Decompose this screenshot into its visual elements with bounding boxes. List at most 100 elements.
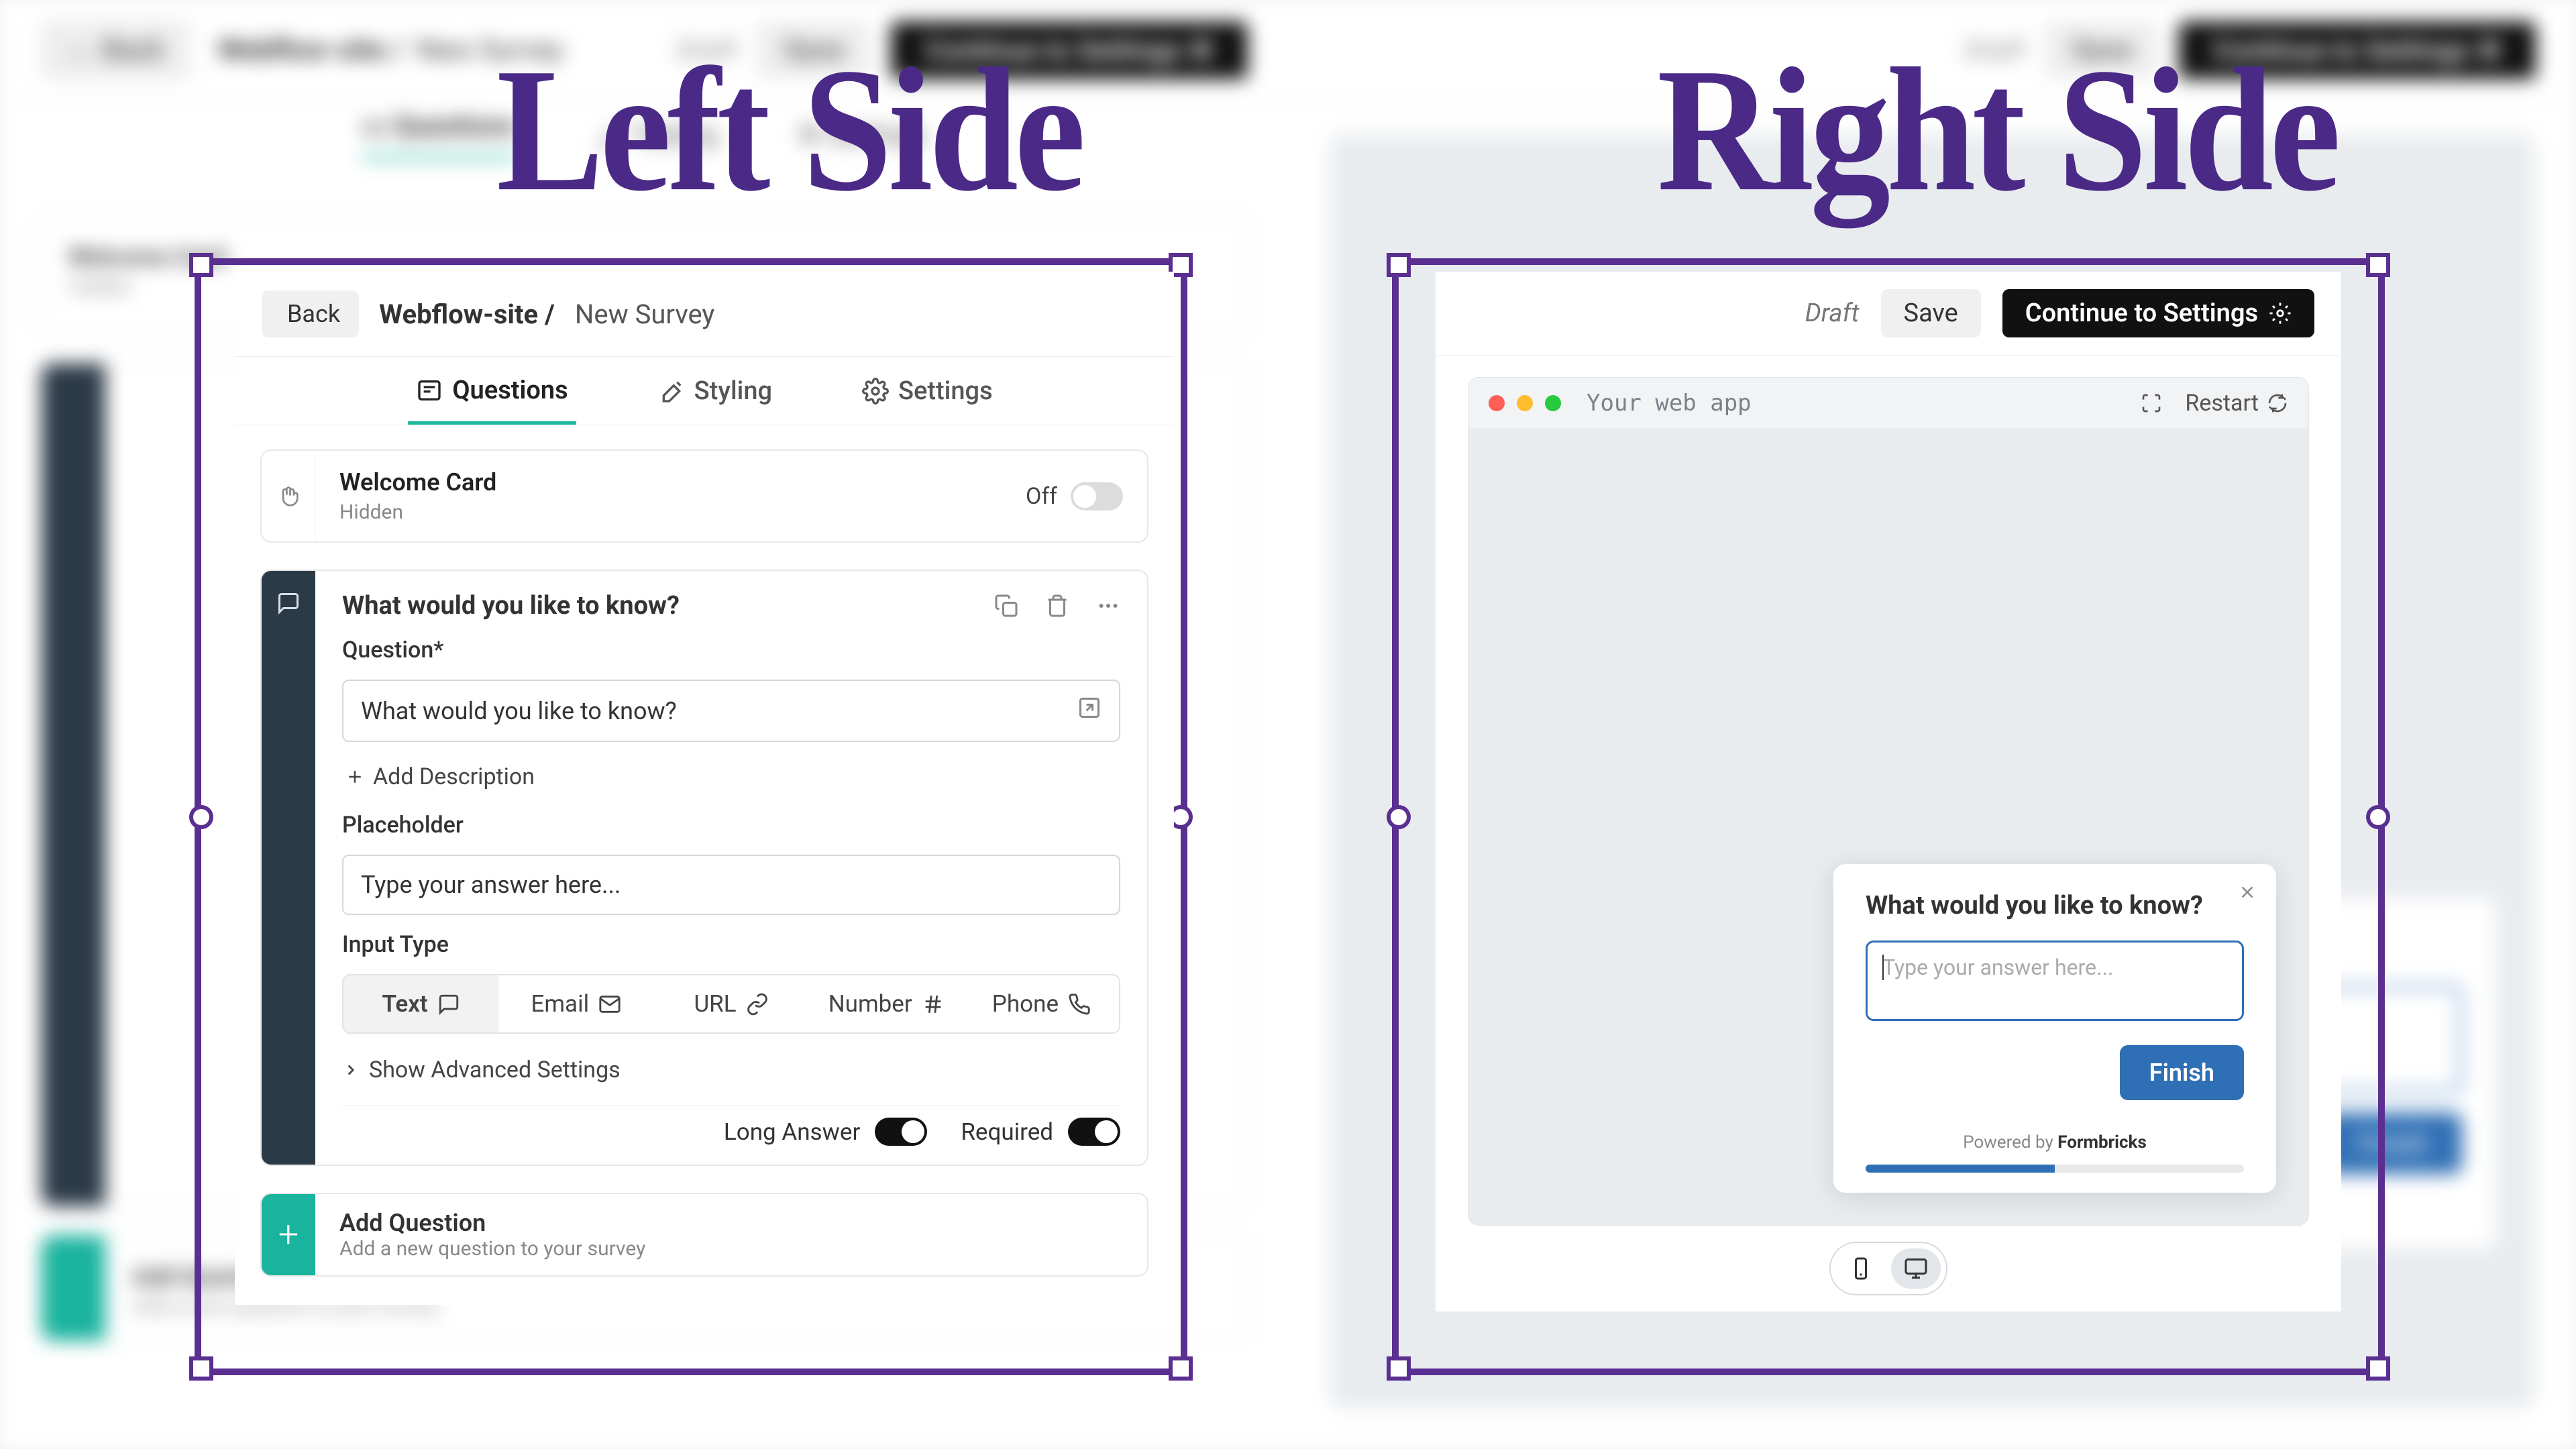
input-type-label: Input Type (342, 931, 1120, 958)
sync-icon (2267, 392, 2288, 414)
editor-body: Welcome Card Hidden Off What would you l… (235, 425, 1174, 1305)
add-description-button[interactable]: Add Description (342, 758, 1120, 796)
welcome-status: Hidden (339, 500, 1123, 524)
annotation-left-side: Left Side (496, 28, 1082, 231)
editor-panel: Back Webflow-site / New Survey Questions… (235, 272, 1174, 1305)
device-mobile-button[interactable] (1836, 1248, 1886, 1289)
save-button[interactable]: Save (1881, 289, 1981, 337)
popup-close-button[interactable] (2237, 880, 2257, 909)
expand-icon[interactable] (1077, 696, 1102, 726)
question-card: What would you like to know? Question* W… (260, 570, 1148, 1166)
message-icon (276, 591, 301, 615)
survey-popup: What would you like to know? Type your a… (1833, 864, 2276, 1193)
input-type-phone-label: Phone (992, 990, 1059, 1018)
chevron-right-icon (342, 1061, 360, 1079)
input-type-url-label: URL (694, 990, 736, 1018)
status-draft: Draft (1805, 299, 1860, 328)
add-question-title: Add Question (339, 1209, 645, 1237)
progress-bar (1866, 1165, 2244, 1173)
show-advanced-button[interactable]: Show Advanced Settings (342, 1050, 1120, 1083)
mail-icon (598, 993, 621, 1016)
traffic-light-max (1545, 395, 1561, 411)
finish-button[interactable]: Finish (2120, 1045, 2244, 1100)
welcome-toggle[interactable] (1071, 482, 1123, 511)
breadcrumb-project[interactable]: Webflow-site / (379, 299, 555, 330)
tab-styling-label: Styling (694, 376, 772, 406)
breadcrumb-title: New Survey (575, 299, 714, 330)
input-type-segmented: Text Email URL Number (342, 974, 1120, 1034)
device-switcher (1468, 1226, 2309, 1295)
placeholder-input[interactable]: Type your answer here... (342, 855, 1120, 915)
input-type-email-label: Email (531, 990, 589, 1018)
continue-label: Continue to Settings (2025, 299, 2258, 328)
continue-button[interactable]: Continue to Settings (2002, 289, 2314, 337)
phone-icon (1068, 993, 1091, 1016)
smartphone-icon (1849, 1256, 1873, 1281)
questions-icon (416, 377, 443, 404)
restart-button[interactable]: Restart (2185, 390, 2288, 417)
traffic-light-close (1489, 395, 1505, 411)
link-icon (746, 993, 769, 1016)
tab-settings-label: Settings (898, 376, 993, 406)
popup-question: What would you like to know? (1866, 891, 2244, 920)
annotation-right-side: Right Side (1657, 28, 2337, 231)
progress-fill (1866, 1165, 2055, 1173)
input-type-email[interactable]: Email (498, 975, 653, 1032)
long-answer-label: Long Answer (724, 1118, 860, 1146)
preview-panel: Draft Save Continue to Settings Your web… (1436, 272, 2341, 1311)
more-icon[interactable] (1096, 594, 1120, 618)
browser-chrome: Your web app Restart (1468, 377, 2309, 429)
text-cursor (1882, 955, 1884, 980)
device-desktop-button[interactable] (1891, 1248, 1941, 1289)
preview-header: Draft Save Continue to Settings (1436, 272, 2341, 356)
input-type-phone[interactable]: Phone (964, 975, 1119, 1032)
add-question-sub: Add a new question to your survey (339, 1237, 645, 1260)
question-input-value: What would you like to know? (361, 697, 1077, 725)
editor-tabs: Questions Styling Settings (235, 357, 1174, 425)
preview-canvas: What would you like to know? Type your a… (1468, 429, 2309, 1226)
input-type-number[interactable]: Number (809, 975, 964, 1032)
tab-questions-label: Questions (452, 376, 568, 405)
input-type-text[interactable]: Text (343, 975, 498, 1032)
copy-icon[interactable] (994, 594, 1018, 618)
preview-shell: Your web app Restart What would you like… (1436, 356, 2341, 1311)
plus-icon (345, 767, 365, 787)
expand-preview-icon[interactable] (2141, 392, 2162, 414)
powered-prefix: Powered by (1963, 1132, 2057, 1152)
brush-icon (658, 378, 685, 405)
required-toggle[interactable] (1068, 1118, 1120, 1146)
question-input[interactable]: What would you like to know? (342, 680, 1120, 742)
question-type-indicator[interactable] (262, 571, 315, 1165)
powered-brand[interactable]: Formbricks (2057, 1132, 2147, 1152)
gear-icon (2269, 302, 2292, 325)
input-type-url[interactable]: URL (653, 975, 808, 1032)
drag-handle[interactable] (262, 451, 315, 541)
add-description-label: Add Description (373, 763, 535, 790)
popup-textarea[interactable]: Type your answer here... (1866, 941, 2244, 1021)
question-field-label: Question* (342, 637, 1120, 663)
monitor-icon (1904, 1256, 1928, 1281)
restart-label: Restart (2185, 390, 2259, 417)
input-type-number-label: Number (828, 990, 912, 1018)
trash-icon[interactable] (1045, 594, 1069, 618)
welcome-card[interactable]: Welcome Card Hidden Off (260, 449, 1148, 543)
popup-placeholder: Type your answer here... (1882, 955, 2113, 980)
hand-icon (278, 486, 299, 507)
preview-app-title: Your web app (1587, 390, 2129, 417)
placeholder-input-value: Type your answer here... (361, 871, 1102, 899)
plus-icon: + (262, 1194, 315, 1275)
tab-questions[interactable]: Questions (408, 357, 576, 425)
tab-styling[interactable]: Styling (650, 357, 780, 425)
editor-header: Back Webflow-site / New Survey (235, 272, 1174, 357)
show-advanced-label: Show Advanced Settings (369, 1057, 621, 1083)
back-label: Back (287, 300, 340, 328)
gear-icon (862, 378, 889, 405)
tab-settings[interactable]: Settings (854, 357, 1001, 425)
input-type-text-label: Text (382, 990, 427, 1018)
message-icon (437, 993, 460, 1016)
back-button[interactable]: Back (262, 290, 359, 337)
long-answer-toggle[interactable] (875, 1118, 927, 1146)
add-question-button[interactable]: + Add Question Add a new question to you… (260, 1193, 1148, 1277)
welcome-title: Welcome Card (339, 468, 1123, 496)
powered-by: Powered by Formbricks (1866, 1100, 2244, 1152)
